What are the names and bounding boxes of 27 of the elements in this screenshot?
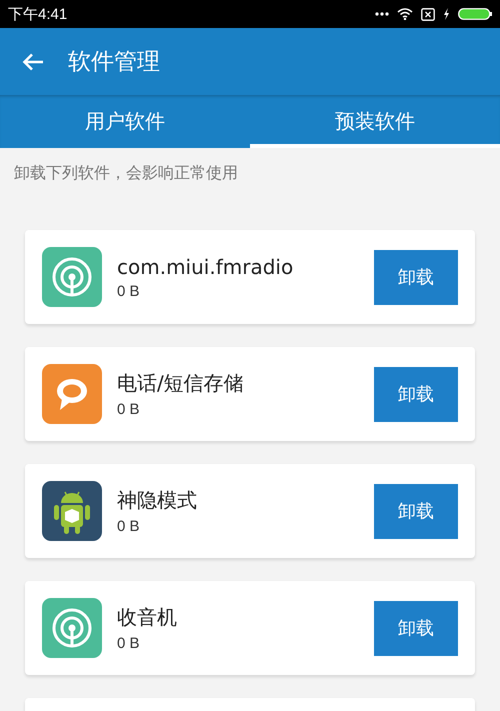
app-size: 0 B xyxy=(117,635,141,652)
uninstall-button[interactable]: 卸载 xyxy=(374,250,458,304)
app-size: 0 B xyxy=(117,518,141,535)
app-name: 神隐模式 xyxy=(117,487,198,514)
chat-bubble-icon xyxy=(42,364,102,424)
page-title: 软件管理 xyxy=(68,48,160,77)
uninstall-button[interactable]: 卸载 xyxy=(374,484,458,538)
back-icon[interactable] xyxy=(22,52,44,70)
status-time: 下午4:41 xyxy=(8,4,68,24)
app-size: 0 B xyxy=(117,401,141,418)
tab[interactable]: 用户软件 xyxy=(0,95,250,148)
uninstall-button[interactable]: 卸载 xyxy=(374,600,458,656)
app-name: 收音机 xyxy=(117,604,178,631)
app-name: com.miui.fmradio xyxy=(117,254,294,278)
notice-text: 卸载下列软件，会影响正常使用 xyxy=(13,162,239,184)
more-icon xyxy=(375,12,389,16)
uninstall-button[interactable]: 卸载 xyxy=(374,366,458,422)
tab[interactable]: 预装软件 xyxy=(250,95,500,148)
app-size: 0 B xyxy=(117,282,141,300)
android-robot-icon xyxy=(42,481,102,541)
wifi-icon xyxy=(397,8,413,20)
charging-icon xyxy=(443,8,450,20)
battery-icon xyxy=(458,8,492,20)
radio-signal-icon xyxy=(42,247,102,307)
radio-signal-icon xyxy=(42,598,102,658)
sim-icon xyxy=(421,8,435,20)
app-name: 电话/短信存储 xyxy=(117,370,245,397)
